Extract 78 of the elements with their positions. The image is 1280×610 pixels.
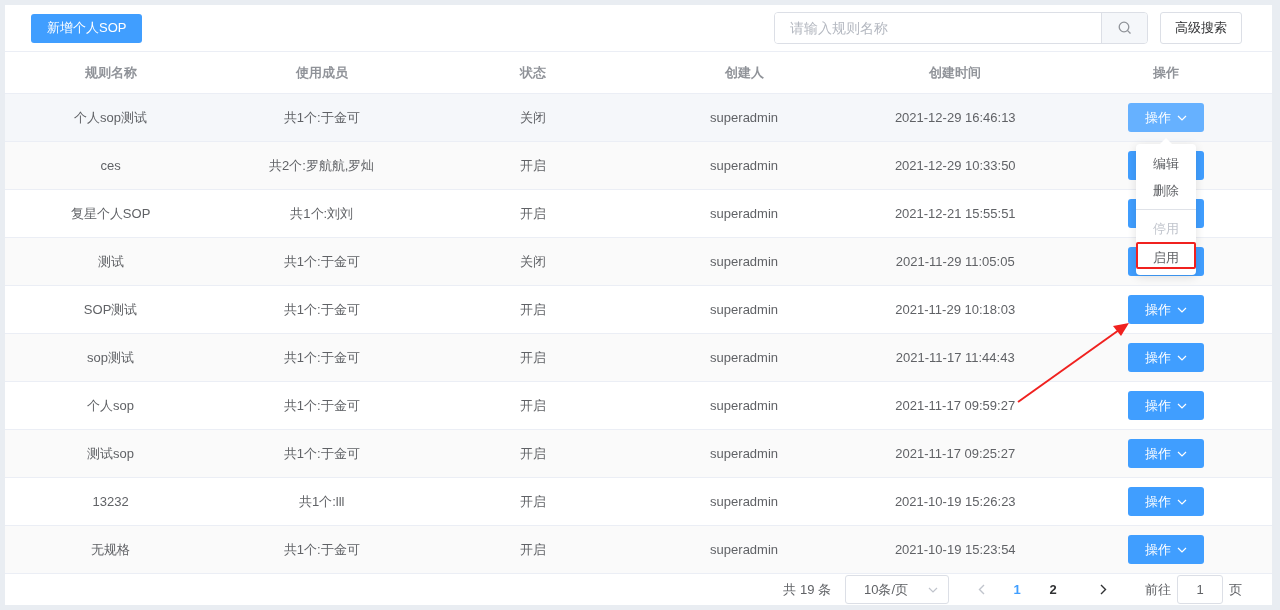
table-cell: 开启 bbox=[519, 540, 546, 559]
table-cell: SOP测试 bbox=[83, 300, 138, 319]
chevron-down-icon bbox=[1177, 402, 1188, 409]
table-cell: 2021-11-17 09:59:27 bbox=[895, 398, 1016, 413]
table-cell: 2021-11-29 11:05:05 bbox=[895, 254, 1015, 269]
table-cell: superadmin bbox=[710, 254, 779, 269]
goto-label: 前往 bbox=[1145, 580, 1171, 599]
table-cell: 个人sop测试 bbox=[74, 108, 148, 127]
table-cell: 共1个:于金可 bbox=[283, 300, 360, 319]
column-header: 规则名称 bbox=[84, 63, 137, 82]
column-header: 创建时间 bbox=[929, 63, 982, 82]
table-cell: 开启 bbox=[519, 492, 546, 511]
menu-item[interactable]: 启用 bbox=[1136, 242, 1197, 269]
table-cell: 关闭 bbox=[519, 252, 546, 271]
table-cell: 共1个:lll bbox=[299, 492, 345, 511]
table-cell: 开启 bbox=[519, 444, 546, 463]
chevron-down-icon bbox=[1177, 498, 1188, 505]
table-cell: superadmin bbox=[710, 542, 779, 557]
table-cell: 2021-12-21 15:55:51 bbox=[894, 206, 1016, 221]
table-row[interactable]: sop测试 共1个:于金可 开启 superadmin 2021-11-17 11:44:43 操作 bbox=[5, 334, 1272, 382]
chevron-down-icon bbox=[1177, 306, 1188, 313]
table-row[interactable]: 测试sop 共1个:于金可 开启 superadmin 2021-11-17 09:25:27 操作 bbox=[5, 430, 1272, 478]
column-header: 操作 bbox=[1153, 63, 1180, 82]
page-size-select[interactable]: 10条/页 bbox=[845, 575, 949, 604]
table-cell: 2021-10-19 15:26:23 bbox=[894, 494, 1016, 509]
table-cell: superadmin bbox=[710, 350, 779, 365]
chevron-left-icon bbox=[977, 584, 985, 595]
table-cell: 共1个:于金可 bbox=[283, 444, 360, 463]
chevron-down-icon bbox=[1177, 114, 1188, 121]
table-cell: 开启 bbox=[519, 348, 546, 367]
chevron-down-icon bbox=[928, 586, 938, 593]
total-count: 共 19 条 bbox=[783, 580, 831, 599]
table-cell: 开启 bbox=[519, 396, 546, 415]
table-cell: 开启 bbox=[519, 156, 546, 175]
table-cell: ces bbox=[100, 158, 121, 173]
chevron-right-icon bbox=[1099, 584, 1107, 595]
table-cell: sop测试 bbox=[87, 348, 135, 367]
table-cell: 开启 bbox=[519, 204, 546, 223]
table-cell: 共1个:于金可 bbox=[283, 396, 360, 415]
chevron-down-icon bbox=[1177, 450, 1188, 457]
table-cell: 共1个:刘刘 bbox=[290, 204, 354, 223]
table-row[interactable]: 无规格 共1个:于金可 开启 superadmin 2021-10-19 15:23:54 操作 bbox=[5, 526, 1272, 574]
table-cell: superadmin bbox=[710, 206, 779, 221]
page-input[interactable]: 1 bbox=[1177, 575, 1223, 604]
table-cell: superadmin bbox=[710, 398, 779, 413]
table-cell: 2021-11-17 11:44:43 bbox=[895, 350, 1015, 365]
table-cell: superadmin bbox=[710, 446, 779, 461]
chevron-down-icon bbox=[1177, 354, 1188, 361]
chevron-down-icon bbox=[1177, 546, 1188, 553]
table-cell: 2021-12-29 10:33:50 bbox=[894, 158, 1016, 173]
page-number[interactable]: 2 bbox=[1035, 575, 1071, 604]
table-cell: 个人sop bbox=[87, 396, 135, 415]
table-cell: 测试 bbox=[97, 252, 124, 271]
table-cell: superadmin bbox=[710, 158, 779, 173]
table-cell: 共1个:于金可 bbox=[283, 540, 360, 559]
table-cell: superadmin bbox=[710, 494, 779, 509]
table-cell: superadmin bbox=[710, 302, 779, 317]
table-cell: 共2个:罗航航,罗灿 bbox=[269, 156, 375, 175]
table-cell: 关闭 bbox=[519, 108, 546, 127]
table-cell: 测试sop bbox=[87, 444, 135, 463]
table-cell: 共1个:于金可 bbox=[283, 252, 360, 271]
table-cell: 2021-11-17 09:25:27 bbox=[895, 446, 1016, 461]
table-cell: 13232 bbox=[92, 494, 129, 509]
table-cell: 2021-10-19 15:23:54 bbox=[894, 542, 1016, 557]
table-cell: 共1个:于金可 bbox=[283, 108, 360, 127]
table-cell: superadmin bbox=[710, 110, 779, 125]
menu-item[interactable]: 编辑 bbox=[1136, 150, 1197, 177]
column-header: 创建人 bbox=[724, 63, 764, 82]
table-cell: 无规格 bbox=[91, 540, 131, 559]
table-cell: 开启 bbox=[519, 300, 546, 319]
table-cell: 2021-11-29 10:18:03 bbox=[895, 302, 1016, 317]
table-cell: 2021-12-29 16:46:13 bbox=[894, 110, 1016, 125]
page-suffix: 页 bbox=[1229, 580, 1242, 599]
column-header: 状态 bbox=[519, 63, 546, 82]
advanced-search-button[interactable]: 高级搜索 bbox=[1160, 12, 1242, 44]
column-header: 使用成员 bbox=[295, 63, 348, 82]
table-cell: 复星个人SOP bbox=[70, 204, 151, 223]
table-cell: 共1个:于金可 bbox=[283, 348, 360, 367]
